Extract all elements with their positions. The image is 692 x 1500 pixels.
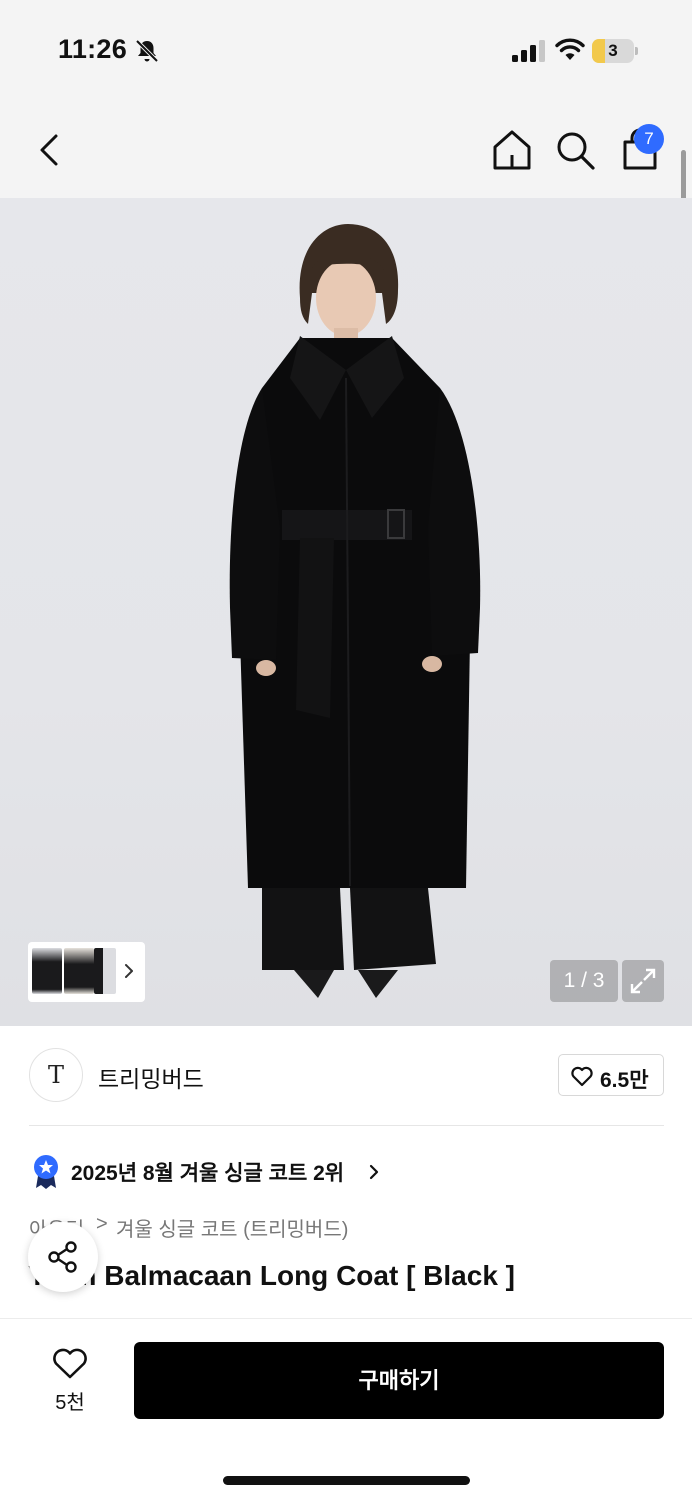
heart-icon <box>571 1066 593 1087</box>
thumbnail-strip[interactable] <box>28 942 145 1002</box>
home-icon[interactable] <box>490 128 534 172</box>
image-counter: 1 / 3 <box>550 960 618 1002</box>
thumbnail-2[interactable] <box>64 948 94 994</box>
share-button[interactable] <box>28 1222 98 1292</box>
cart-count-badge: 7 <box>634 124 664 154</box>
wishlist-count: 5천 <box>55 1392 85 1414</box>
cellular-signal-icon <box>512 40 545 62</box>
battery-level: 3 <box>608 41 618 60</box>
navigation-bar <box>0 100 692 198</box>
battery-icon: 3 <box>592 39 638 63</box>
chevron-right-icon[interactable] <box>120 958 138 984</box>
brand-logo[interactable]: T <box>29 1048 83 1102</box>
chevron-right-icon[interactable] <box>367 1161 381 1183</box>
product-image-gallery[interactable]: 1 / 3 <box>0 198 692 1026</box>
brand-name[interactable]: 트리밍버드 <box>98 1060 204 1094</box>
bell-off-icon <box>135 39 159 63</box>
product-title: Ylum Balmacaan Long Coat [ Black ] <box>28 1260 515 1291</box>
breadcrumb-subcategory[interactable]: 겨울 싱글 코트 (트리밍버드) <box>116 1213 348 1242</box>
share-icon <box>48 1241 77 1273</box>
status-time: 11:26 <box>58 34 128 64</box>
back-arrow-icon[interactable] <box>30 128 70 172</box>
brand-like-button[interactable]: 6.5만 <box>558 1054 664 1096</box>
status-bar: 11:26 3 <box>0 0 692 100</box>
brand-like-count: 6.5만 <box>600 1069 649 1092</box>
thumbnail-3[interactable] <box>94 948 116 994</box>
wifi-icon <box>555 38 585 60</box>
breadcrumb-separator: > <box>96 1213 108 1235</box>
search-icon[interactable] <box>553 128 597 172</box>
home-indicator <box>223 1476 470 1485</box>
wishlist-heart-icon[interactable] <box>51 1346 89 1380</box>
thumbnail-1[interactable] <box>32 948 62 994</box>
product-photo <box>229 224 481 998</box>
ranking-text[interactable]: 2025년 8월 겨울 싱글 코트 2위 <box>71 1157 344 1187</box>
divider <box>29 1125 664 1126</box>
buy-button[interactable]: 구매하기 <box>134 1342 664 1419</box>
ranking-badge-icon <box>34 1155 58 1189</box>
expand-icon[interactable] <box>622 960 664 1002</box>
